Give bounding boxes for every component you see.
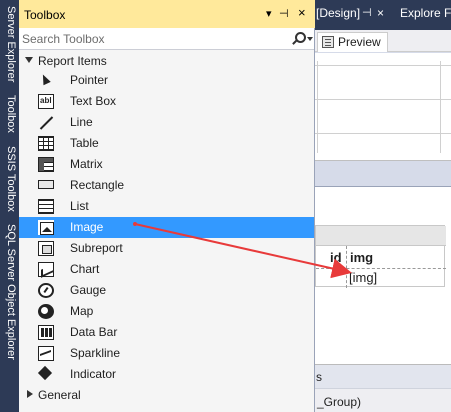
- rectangle-icon: [38, 180, 54, 189]
- preview-icon: [322, 36, 334, 48]
- table-column-handle[interactable]: [316, 226, 446, 246]
- search-icon[interactable]: [295, 32, 306, 43]
- toolbox-item-data-bar[interactable]: Data Bar: [19, 322, 314, 343]
- image-icon: [38, 220, 54, 235]
- subreport-icon: [38, 241, 54, 256]
- column-header-id[interactable]: id: [330, 250, 342, 265]
- indicator-icon: [38, 367, 54, 382]
- table-icon: [38, 136, 54, 151]
- map-icon: [38, 304, 54, 319]
- tab-ssis-toolbox[interactable]: SSIS Toolbox: [0, 146, 19, 216]
- toolbox-item-label: Sparkline: [70, 346, 121, 360]
- gauge-icon: [38, 283, 54, 298]
- collapsed-arrow-icon[interactable]: [27, 390, 33, 398]
- group-report-items[interactable]: Report Items: [19, 51, 314, 71]
- document-tab-bar: [Design] ⊣ × Explore Fa: [315, 0, 451, 30]
- dataset-design-area: [315, 53, 451, 161]
- view-tab-bar: Preview: [315, 30, 451, 52]
- group-label: Report Items: [38, 54, 107, 68]
- toolbox-item-matrix[interactable]: Matrix: [19, 154, 314, 175]
- toolbox-item-indicator[interactable]: Indicator: [19, 364, 314, 385]
- tab-sql-server-object-explorer[interactable]: SQL Server Object Explorer: [0, 224, 19, 394]
- table-cell-img[interactable]: [img]: [349, 270, 377, 285]
- toolbox-item-pointer[interactable]: Pointer: [19, 70, 314, 91]
- toolbox-item-list[interactable]: List: [19, 196, 314, 217]
- toolbox-item-table[interactable]: Table: [19, 133, 314, 154]
- column-header-img[interactable]: img: [350, 250, 373, 265]
- pin-icon[interactable]: ⊣: [362, 6, 372, 19]
- group-general[interactable]: General: [19, 385, 314, 405]
- toolbox-item-line[interactable]: Line: [19, 112, 314, 133]
- grouping-pane-header: s: [315, 365, 451, 389]
- toolbox-item-label: Subreport: [70, 241, 123, 255]
- toolbox-item-label: Text Box: [70, 94, 117, 108]
- report-designer: [Design] ⊣ × Explore Fa Preview id img […: [315, 0, 451, 412]
- toolbox-item-label: Line: [70, 115, 93, 129]
- search-input[interactable]: [19, 28, 289, 49]
- tab-preview-label: Preview: [338, 35, 381, 49]
- toolbox-panel: Toolbox ▾ ⊣ × Report Items Pointer Text …: [19, 0, 315, 412]
- toolbox-item-chart[interactable]: Chart: [19, 259, 314, 280]
- toolbox-item-label: Matrix: [70, 157, 103, 171]
- tab-preview[interactable]: Preview: [317, 32, 388, 52]
- close-icon[interactable]: ×: [377, 6, 384, 20]
- tab-toolbox[interactable]: Toolbox: [0, 95, 19, 139]
- toolbox-item-sparkline[interactable]: Sparkline: [19, 343, 314, 364]
- toolbox-item-label: Indicator: [70, 367, 117, 381]
- list-icon: [38, 199, 54, 214]
- line-icon: [38, 115, 54, 130]
- toolbox-item-map[interactable]: Map: [19, 301, 314, 322]
- report-body[interactable]: id img [img]: [315, 186, 451, 364]
- chart-icon: [38, 262, 54, 277]
- toolbox-item-rectangle[interactable]: Rectangle: [19, 175, 314, 196]
- sparkline-icon: [38, 346, 54, 361]
- databar-icon: [38, 325, 54, 340]
- toolbox-item-subreport[interactable]: Subreport: [19, 238, 314, 259]
- document-tab-design[interactable]: [Design]: [316, 6, 360, 20]
- auto-hide-pin-icon[interactable]: ⊣: [279, 7, 289, 20]
- tab-server-explorer[interactable]: Server Explorer: [0, 6, 19, 88]
- toolbox-item-label: Image: [70, 220, 104, 234]
- document-tab-explore[interactable]: Explore Fa: [400, 6, 451, 20]
- matrix-icon: [38, 157, 54, 172]
- toolbox-search[interactable]: [19, 28, 314, 50]
- toolbox-item-image[interactable]: Image: [19, 217, 314, 238]
- close-icon[interactable]: ×: [298, 5, 306, 20]
- toolbox-item-gauge[interactable]: Gauge: [19, 280, 314, 301]
- toolbox-item-label: Rectangle: [70, 178, 125, 192]
- window-position-icon[interactable]: ▾: [266, 7, 272, 20]
- pointer-icon: [38, 73, 54, 88]
- report-table[interactable]: id img [img]: [315, 225, 446, 288]
- search-options-icon[interactable]: [307, 37, 313, 41]
- toolbox-item-text-box[interactable]: Text Box: [19, 91, 314, 112]
- toolbox-item-label: Chart: [70, 262, 100, 276]
- group-label: General: [38, 388, 81, 402]
- toolbox-item-label: Gauge: [70, 283, 107, 297]
- toolbox-item-label: Data Bar: [70, 325, 118, 339]
- expanded-arrow-icon[interactable]: [25, 57, 33, 63]
- toolbox-item-label: Map: [70, 304, 94, 318]
- toolbox-title-bar[interactable]: Toolbox ▾ ⊣ ×: [19, 0, 315, 28]
- grouping-pane: s _Group): [315, 364, 451, 412]
- toolbox-item-label: Pointer: [70, 73, 109, 87]
- toolbox-item-label: Table: [70, 136, 99, 150]
- row-group-item[interactable]: _Group): [317, 395, 361, 409]
- designer-gutter: [315, 162, 451, 186]
- side-tool-strip: Server Explorer Toolbox SSIS Toolbox SQL…: [0, 0, 19, 412]
- toolbox-title: Toolbox: [24, 8, 66, 22]
- textbox-icon: [38, 94, 54, 109]
- toolbox-item-label: List: [70, 199, 89, 213]
